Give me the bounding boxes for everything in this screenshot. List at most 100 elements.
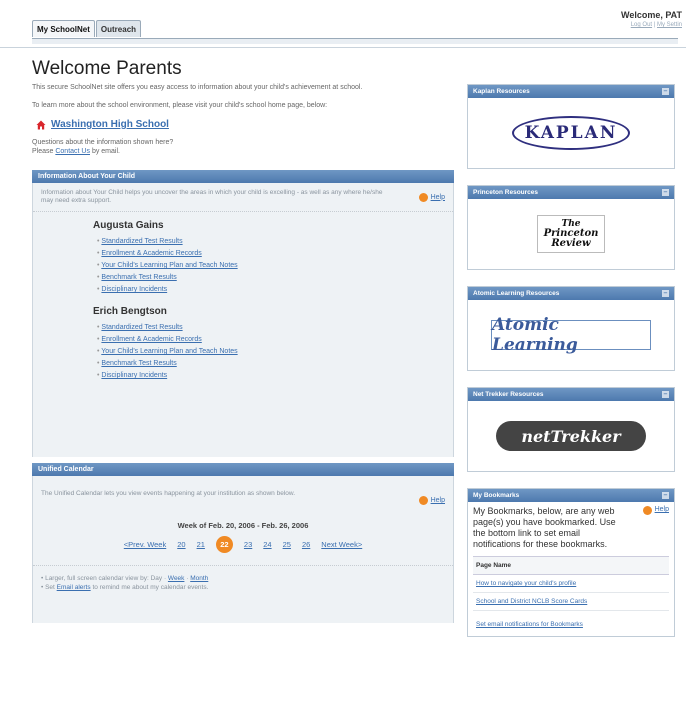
standardized-test-link[interactable]: Standardized Test Results [101, 238, 182, 245]
child-info-description: Information about Your Child helps you u… [41, 189, 383, 204]
help-icon [418, 496, 428, 505]
week-view-link[interactable]: Week [168, 575, 185, 582]
bookmarks-help[interactable]: Help [642, 506, 669, 550]
list-item: Benchmark Test Results [97, 358, 453, 370]
collapse-icon[interactable]: – [662, 88, 669, 95]
panel-title: Net Trekker Resources [473, 391, 544, 398]
calendar-section: Unified Calendar The Unified Calendar le… [32, 463, 454, 623]
list-item: Enrollment & Academic Records [97, 248, 453, 260]
welcome-area: Welcome, PAT Log Out | My Settin [621, 10, 682, 28]
kaplan-panel: Kaplan Resources – KAPLAN [467, 84, 675, 169]
collapse-icon[interactable]: – [662, 391, 669, 398]
school-home-link[interactable]: Washington High School [51, 119, 169, 130]
header-links: Log Out | My Settin [621, 22, 682, 28]
child-info-section: Information About Your Child Information… [32, 170, 454, 457]
tab-underline [32, 38, 678, 44]
enrollment-link[interactable]: Enrollment & Academic Records [101, 250, 201, 257]
help-link[interactable]: Help [431, 497, 445, 504]
email-notifications-link[interactable]: Set email notifications for Bookmarks [476, 621, 583, 628]
list-item: Standardized Test Results [97, 322, 453, 334]
sidebar: Kaplan Resources – KAPLAN Princeton Reso… [467, 84, 675, 653]
calendar-day[interactable]: 24 [263, 540, 271, 549]
child-links-list: Standardized Test Results Enrollment & A… [93, 236, 453, 296]
princeton-review-logo[interactable]: The Princeton Review [537, 215, 605, 253]
learning-plan-link[interactable]: Your Child's Learning Plan and Teach Not… [101, 262, 237, 269]
list-item: Standardized Test Results [97, 236, 453, 248]
bookmarks-table: Page Name How to navigate your child's p… [473, 556, 669, 611]
standardized-test-link[interactable]: Standardized Test Results [101, 324, 182, 331]
learning-plan-link[interactable]: Your Child's Learning Plan and Teach Not… [101, 348, 237, 355]
panel-title: Kaplan Resources [473, 88, 530, 95]
next-week-link[interactable]: Next Week> [321, 540, 362, 549]
list-item: Enrollment & Academic Records [97, 334, 453, 346]
calendar-day-today[interactable]: 22 [215, 536, 233, 553]
bookmark-link[interactable]: How to navigate your child's profile [476, 580, 576, 587]
tab-my-schoolnet[interactable]: My SchoolNet [32, 20, 95, 37]
please-text: Please [32, 148, 54, 155]
intro-text: This secure SchoolNet site offers you ea… [32, 83, 454, 110]
disciplinary-link[interactable]: Disciplinary Incidents [101, 372, 167, 379]
calendar-day[interactable]: 21 [197, 540, 205, 549]
calendar-day[interactable]: 25 [283, 540, 291, 549]
calendar-day[interactable]: 26 [302, 540, 310, 549]
help-link[interactable]: Help [655, 506, 669, 513]
calendar-help[interactable]: Help [418, 496, 445, 505]
logout-link[interactable]: Log Out [631, 22, 652, 28]
panel-title: Atomic Learning Resources [473, 290, 560, 297]
collapse-icon[interactable]: – [662, 290, 669, 297]
panel-header: Kaplan Resources – [468, 85, 674, 98]
school-home-icon [36, 120, 46, 129]
atomic-learning-logo[interactable]: Atomic Learning [491, 315, 651, 355]
bookmarks-panel: My Bookmarks – My Bookmarks, below, are … [467, 488, 675, 637]
bookmarks-footer: Set email notifications for Bookmarks [473, 611, 669, 632]
tab-outreach[interactable]: Outreach [95, 20, 142, 37]
panel-header: Princeton Resources – [468, 186, 674, 199]
help-icon [642, 506, 652, 515]
benchmark-link[interactable]: Benchmark Test Results [101, 274, 176, 281]
child-info-body: Information about Your Child helps you u… [32, 183, 454, 457]
list-item: Your Child's Learning Plan and Teach Not… [97, 346, 453, 358]
collapse-icon[interactable]: – [662, 492, 669, 499]
prev-week-link[interactable]: <Prev. Week [124, 540, 166, 549]
enrollment-link[interactable]: Enrollment & Academic Records [101, 336, 201, 343]
nettrekker-logo[interactable]: netTrekker [496, 421, 646, 451]
calendar-day[interactable]: 20 [177, 540, 185, 549]
list-item: Your Child's Learning Plan and Teach Not… [97, 260, 453, 272]
bookmarks-intro: My Bookmarks, below, are any web page(s)… [473, 506, 669, 550]
calendar-week-title: Week of Feb. 20, 2006 - Feb. 26, 2006 [177, 521, 309, 530]
set-text: • Set [41, 584, 55, 591]
panel-title: Princeton Resources [473, 189, 539, 196]
child-help[interactable]: Help [418, 192, 445, 202]
kaplan-logo[interactable]: KAPLAN [512, 116, 630, 150]
child-name: Erich Bengtson [93, 306, 167, 317]
calendar-day[interactable]: 23 [244, 540, 252, 549]
bookmarks-body: My Bookmarks, below, are any web page(s)… [468, 502, 674, 636]
calendar-description: The Unified Calendar lets you view event… [41, 489, 296, 497]
benchmark-link[interactable]: Benchmark Test Results [101, 360, 176, 367]
email-alerts-link[interactable]: Email alerts [57, 584, 91, 591]
alert-suffix-text: to remind me about my calendar events. [92, 584, 209, 591]
list-item: Disciplinary Incidents [97, 284, 453, 296]
main-column: Welcome Parents This secure SchoolNet si… [32, 58, 454, 623]
help-link[interactable]: Help [431, 194, 445, 201]
calendar-view-line: • Larger, full screen calendar view by: … [41, 574, 445, 583]
month-view-link[interactable]: Month [190, 575, 208, 582]
collapse-icon[interactable]: – [662, 189, 669, 196]
contact-us-link[interactable]: Contact Us [55, 148, 90, 155]
table-row: How to navigate your child's profile [473, 575, 669, 593]
disciplinary-link[interactable]: Disciplinary Incidents [101, 286, 167, 293]
panel-body: netTrekker [468, 401, 674, 471]
calendar-view-text: • Larger, full screen calendar view by: … [41, 575, 167, 582]
top-bar: My SchoolNet Outreach Welcome, PAT Log O… [0, 0, 686, 48]
table-row: School and District NCLB Score Cards [473, 593, 669, 611]
calendar-header: Unified Calendar [32, 463, 454, 476]
calendar-alert-line: • Set Email alerts to remind me about my… [41, 583, 445, 592]
panel-header: Atomic Learning Resources – [468, 287, 674, 300]
panel-body: Atomic Learning [468, 300, 674, 370]
child-info-desc-row: Information about Your Child helps you u… [33, 183, 453, 212]
contact-line: Please Contact Us by email. [32, 147, 454, 156]
settings-link[interactable]: My Settin [657, 22, 682, 28]
bookmark-link[interactable]: School and District NCLB Score Cards [476, 598, 587, 605]
child-name: Augusta Gains [93, 220, 164, 231]
list-item: Disciplinary Incidents [97, 370, 453, 382]
